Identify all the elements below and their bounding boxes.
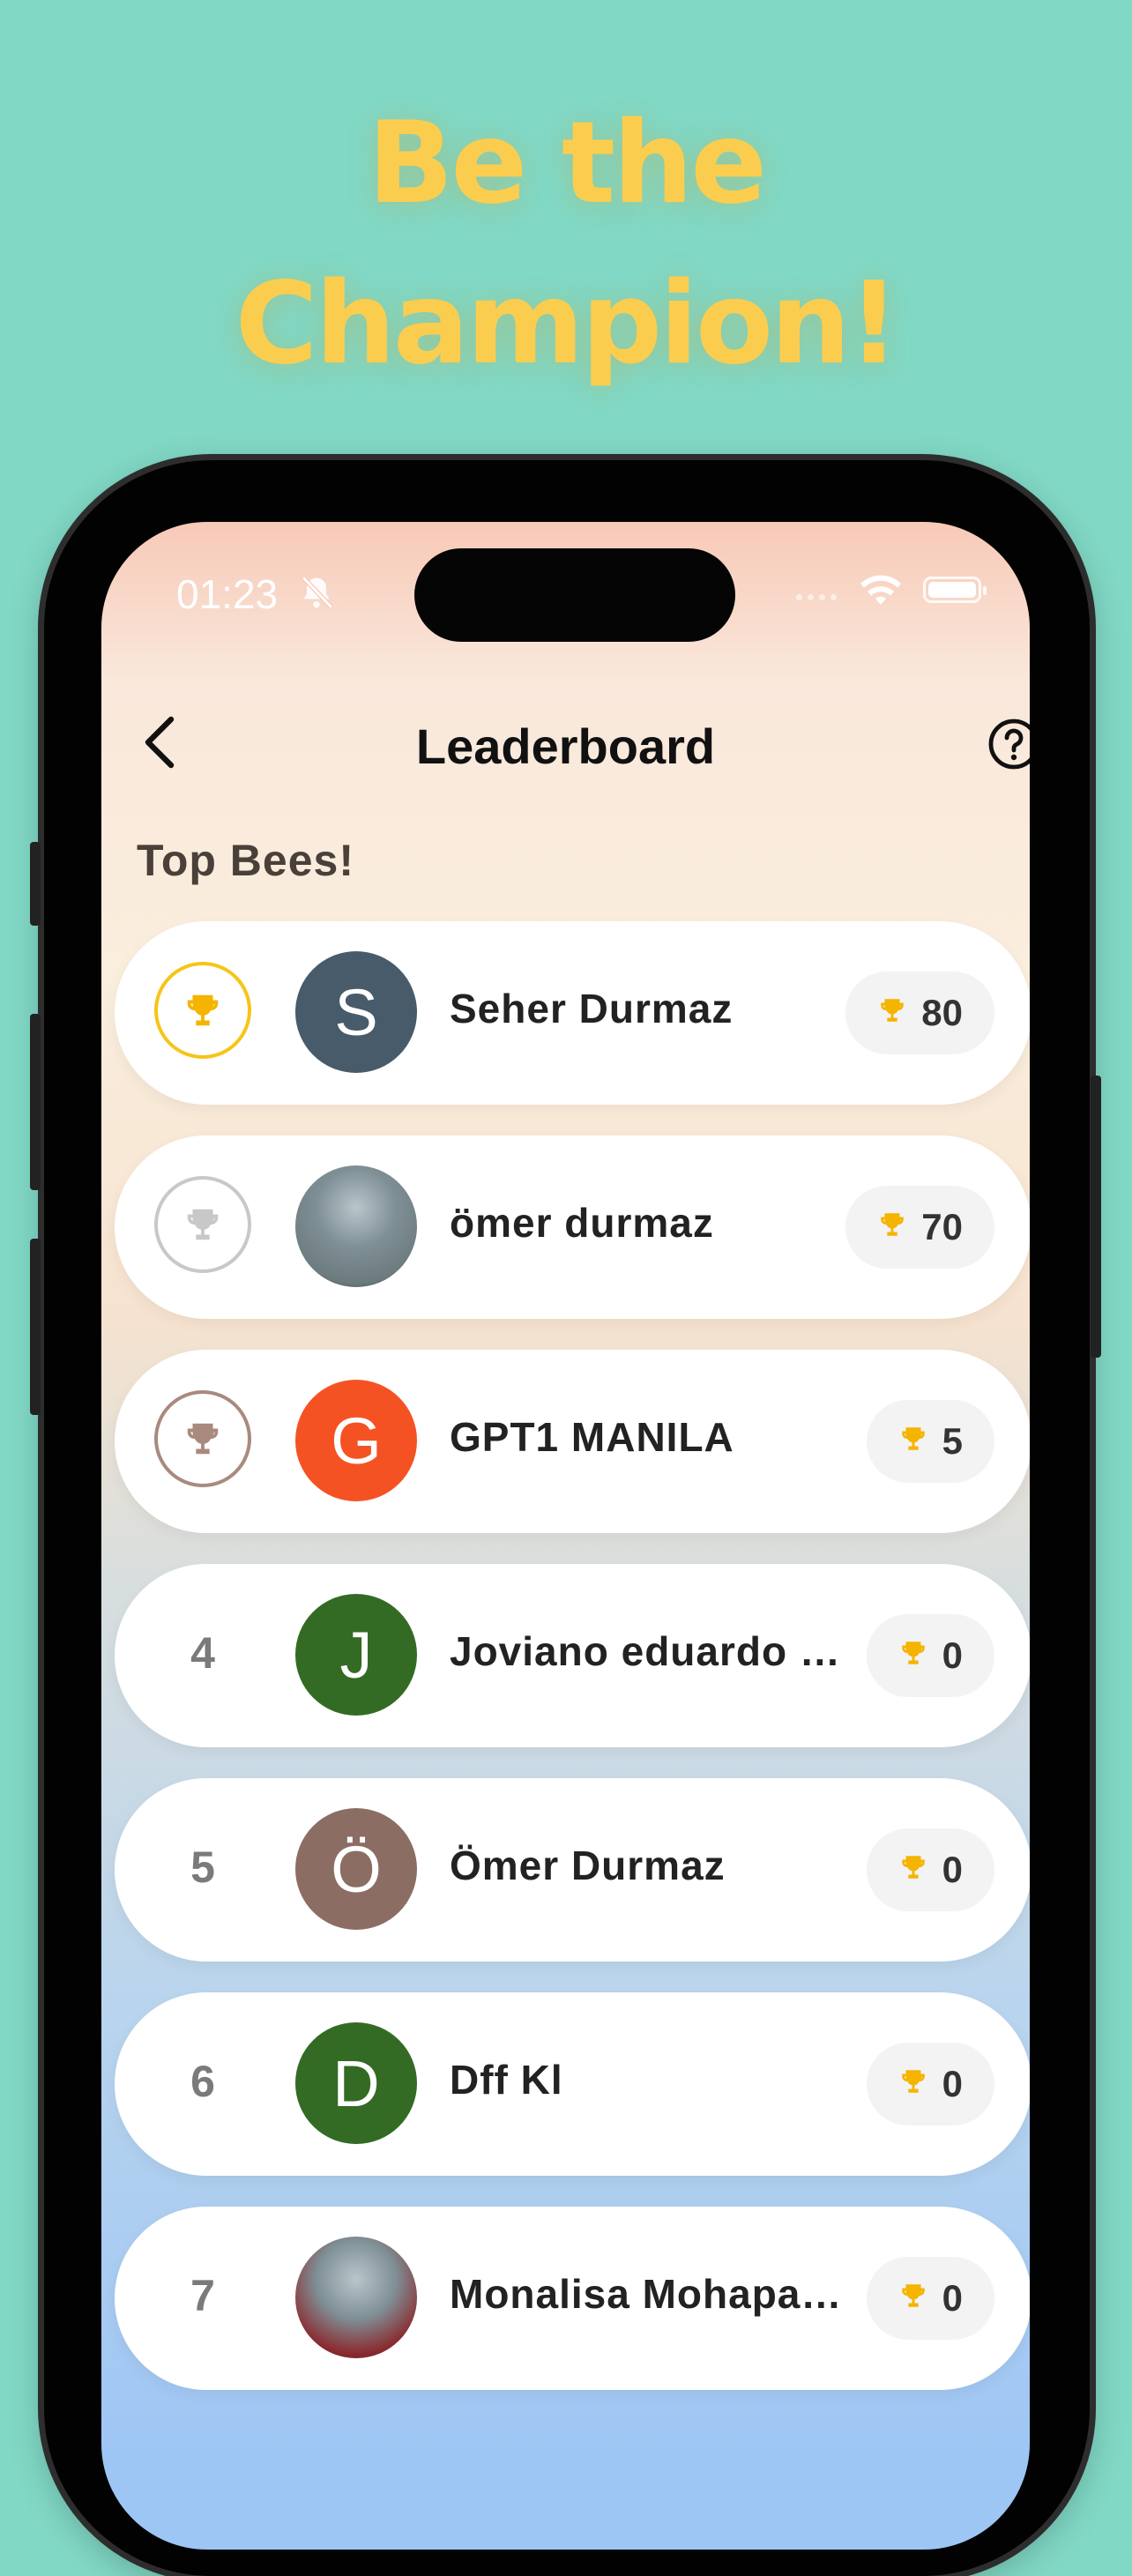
rank-number: 6 (190, 2057, 215, 2106)
avatar: Ö (295, 1808, 417, 1930)
trophy-icon (877, 992, 907, 1034)
player-name: Ömer Durmaz (450, 1843, 726, 1888)
trophy-icon (898, 1849, 928, 1891)
player-name: ömer durmaz (450, 1200, 714, 1246)
app-screen: 01:23 Leaderboard Top Bees! S Seher Durma… (101, 522, 1030, 2550)
score-value: 5 (942, 1420, 963, 1462)
leaderboard-row[interactable]: 5 Ö Ömer Durmaz 0 (115, 1778, 1030, 1962)
score-badge: 80 (845, 972, 994, 1054)
score-value: 0 (942, 1634, 963, 1676)
leaderboard-row[interactable]: 7 Monalisa Mohapa… 0 (115, 2207, 1030, 2390)
rank-number: 4 (190, 1628, 215, 1678)
silent-bell-icon (302, 576, 333, 609)
trophy-icon (187, 994, 219, 1026)
score-badge: 0 (866, 1614, 994, 1697)
score-badge: 5 (866, 1400, 994, 1483)
trophy-icon (187, 1209, 219, 1240)
signal-icon (796, 589, 842, 605)
trophy-icon (898, 1420, 928, 1463)
score-badge: 0 (866, 2043, 994, 2126)
rank-number: 7 (190, 2271, 215, 2320)
avatar: G (295, 1380, 417, 1501)
score-value: 80 (921, 992, 963, 1033)
avatar: J (295, 1594, 417, 1716)
help-icon[interactable] (987, 718, 1030, 771)
avatar: D (295, 2022, 417, 2144)
player-name: Monalisa Mohapa… (450, 2271, 843, 2317)
score-value: 0 (942, 2063, 963, 2104)
phone-volume-down (30, 1239, 41, 1415)
phone-power-button (1091, 1076, 1101, 1358)
avatar: S (295, 951, 417, 1073)
score-value: 70 (921, 1206, 963, 1247)
status-time: 01:23 (176, 571, 279, 617)
player-name: Dff Kl (450, 2057, 563, 2103)
wifi-icon (860, 575, 901, 605)
leaderboard-row[interactable]: G GPT1 MANILA 5 (115, 1350, 1030, 1533)
trophy-icon (877, 1206, 907, 1248)
promo-line-1: Be the (367, 98, 767, 229)
trophy-icon (898, 2277, 928, 2319)
page-title: Leaderboard (415, 718, 716, 774)
rank-number: 5 (190, 1843, 215, 1892)
score-badge: 0 (866, 1828, 994, 1911)
phone-action-button (30, 842, 41, 926)
trophy-icon (898, 1634, 928, 1677)
rank-gold-trophy-icon (154, 962, 251, 1059)
leaderboard-row[interactable]: S Seher Durmaz 80 (115, 921, 1030, 1105)
battery-icon (923, 577, 987, 603)
leaderboard-row[interactable]: 6 D Dff Kl 0 (115, 1992, 1030, 2176)
section-title: Top Bees! (137, 836, 354, 885)
promo-headline: Be the Champion! (0, 84, 1132, 405)
dynamic-island (414, 548, 735, 642)
leaderboard-list: S Seher Durmaz 80 ömer durmaz 70 G GPT1 MANILA… (115, 921, 1030, 2421)
leaderboard-row[interactable]: 4 J Joviano eduardo … 0 (115, 1564, 1030, 1747)
trophy-icon (898, 2063, 928, 2105)
player-name: GPT1 MANILA (450, 1414, 734, 1460)
score-value: 0 (942, 2277, 963, 2319)
score-badge: 0 (866, 2257, 994, 2340)
promo-line-2: Champion! (235, 258, 900, 390)
score-badge: 70 (845, 1186, 994, 1269)
avatar (295, 1165, 417, 1287)
rank-silver-trophy-icon (154, 1176, 251, 1273)
rank-bronze-trophy-icon (154, 1390, 251, 1487)
player-name: Joviano eduardo … (450, 1628, 841, 1674)
player-name: Seher Durmaz (450, 986, 734, 1031)
trophy-icon (187, 1423, 219, 1455)
phone-volume-up (30, 1014, 41, 1190)
leaderboard-row[interactable]: ömer durmaz 70 (115, 1135, 1030, 1319)
score-value: 0 (942, 1849, 963, 1890)
avatar (295, 2237, 417, 2358)
